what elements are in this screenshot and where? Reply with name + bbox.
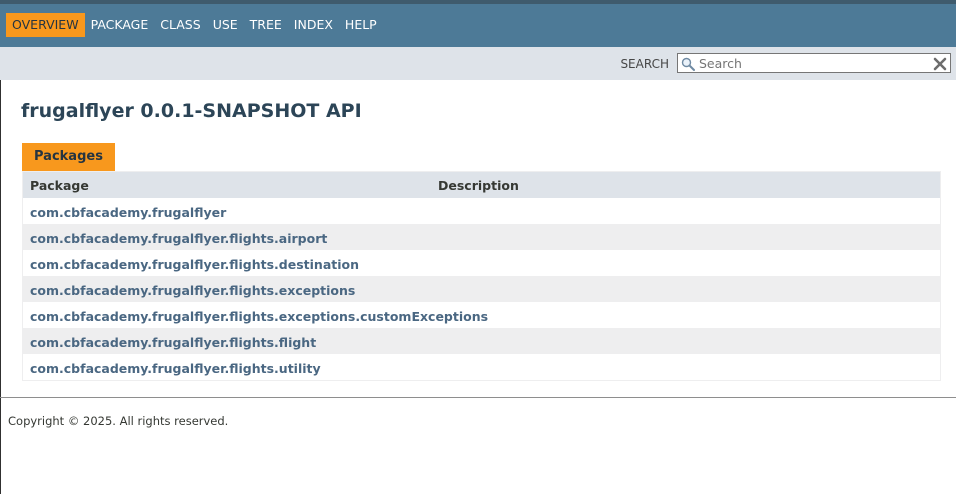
package-cell: com.cbfacademy.frugalflyer [23,202,438,221]
packages-caption-tab: Packages [22,143,115,171]
package-link[interactable]: com.cbfacademy.frugalflyer.flights.excep… [30,309,488,324]
nav-tree[interactable]: TREE [244,13,288,37]
nav-package[interactable]: PACKAGE [85,13,155,37]
package-link[interactable]: com.cbfacademy.frugalflyer.flights.utili… [30,361,321,376]
search-icon [681,56,695,71]
nav-use[interactable]: USE [207,13,244,37]
package-cell: com.cbfacademy.frugalflyer.flights.fligh… [23,332,438,351]
package-cell: com.cbfacademy.frugalflyer.flights.excep… [23,306,488,325]
close-icon[interactable] [933,56,947,71]
table-row: com.cbfacademy.frugalflyer.flights.excep… [23,276,940,302]
top-navigation-bar: OVERVIEW PACKAGE CLASS USE TREE INDEX HE… [0,0,956,47]
table-row: com.cbfacademy.frugalflyer.flights.fligh… [23,328,940,354]
table-header: Package Description [23,172,940,198]
package-link[interactable]: com.cbfacademy.frugalflyer [30,205,226,220]
search-input[interactable] [699,54,927,72]
package-link[interactable]: com.cbfacademy.frugalflyer.flights.airpo… [30,231,327,246]
column-header-description: Description [438,177,519,193]
table-row: com.cbfacademy.frugalflyer [23,198,940,224]
table-row: com.cbfacademy.frugalflyer.flights.excep… [23,302,940,328]
package-link[interactable]: com.cbfacademy.frugalflyer.flights.fligh… [30,335,316,350]
package-cell: com.cbfacademy.frugalflyer.flights.desti… [23,254,438,273]
package-link[interactable]: com.cbfacademy.frugalflyer.flights.desti… [30,257,359,272]
nav-class[interactable]: CLASS [154,13,206,37]
search-label: SEARCH [620,57,669,71]
package-cell: com.cbfacademy.frugalflyer.flights.utili… [23,358,438,377]
table-row: com.cbfacademy.frugalflyer.flights.utili… [23,354,940,380]
nav-list: OVERVIEW PACKAGE CLASS USE TREE INDEX HE… [6,13,383,37]
package-cell: com.cbfacademy.frugalflyer.flights.airpo… [23,228,438,247]
table-row: com.cbfacademy.frugalflyer.flights.desti… [23,250,940,276]
footer-divider [0,397,956,398]
column-header-package: Package [30,177,89,193]
nav-index[interactable]: INDEX [288,13,339,37]
nav-help[interactable]: HELP [339,13,383,37]
search-box[interactable] [677,53,951,73]
package-link[interactable]: com.cbfacademy.frugalflyer.flights.excep… [30,283,355,298]
packages-table: Package Description com.cbfacademy.fruga… [22,171,941,381]
copyright-text: Copyright © 2025. All rights reserved. [8,414,229,428]
nav-overview[interactable]: OVERVIEW [6,13,85,37]
package-cell: com.cbfacademy.frugalflyer.flights.excep… [23,280,438,299]
page-title: frugalflyer 0.0.1-SNAPSHOT API [21,100,362,122]
sub-navigation-bar: SEARCH [0,47,956,80]
table-row: com.cbfacademy.frugalflyer.flights.airpo… [23,224,940,250]
